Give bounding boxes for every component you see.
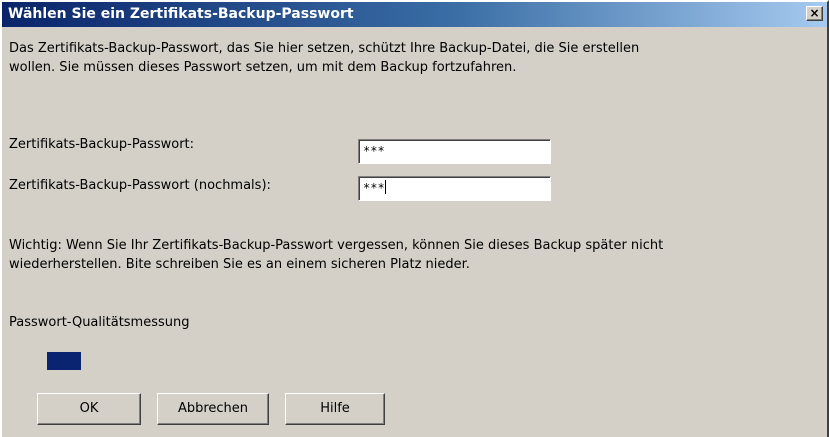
confirm-password-label: Zertifikats-Backup-Passwort (nochmals): [9, 178, 271, 193]
intro-text-line-1: Das Zertifikats-Backup-Passwort, das Sie… [9, 41, 640, 56]
warning-text-line-1: Wichtig: Wenn Sie Ihr Zertifikats-Backup… [9, 238, 664, 253]
dialog-window: Wählen Sie ein Zertifikats-Backup-Passwo… [0, 0, 829, 437]
dialog-title: Wählen Sie ein Zertifikats-Backup-Passwo… [8, 6, 354, 22]
close-icon: × [809, 6, 820, 20]
text-caret [384, 180, 386, 194]
quality-meter-label: Passwort-Qualitätsmessung [9, 315, 190, 330]
cancel-button[interactable]: Abbrechen [157, 393, 269, 425]
password-field-value: *** [363, 144, 385, 158]
help-button[interactable]: Hilfe [285, 393, 385, 425]
password-field[interactable]: *** [358, 139, 551, 164]
title-bar[interactable]: Wählen Sie ein Zertifikats-Backup-Passwo… [2, 2, 827, 27]
password-quality-meter [47, 352, 81, 370]
confirm-password-field[interactable]: *** [358, 176, 551, 201]
ok-button[interactable]: OK [37, 393, 141, 425]
intro-text-line-2: wollen. Sie müssen dieses Passwort setze… [9, 60, 517, 75]
confirm-password-field-value: *** [363, 181, 385, 195]
warning-text-line-2: wiederherstellen. Bite schreiben Sie es … [9, 257, 470, 272]
close-button[interactable]: × [806, 6, 823, 21]
password-label: Zertifikats-Backup-Passwort: [9, 137, 195, 152]
